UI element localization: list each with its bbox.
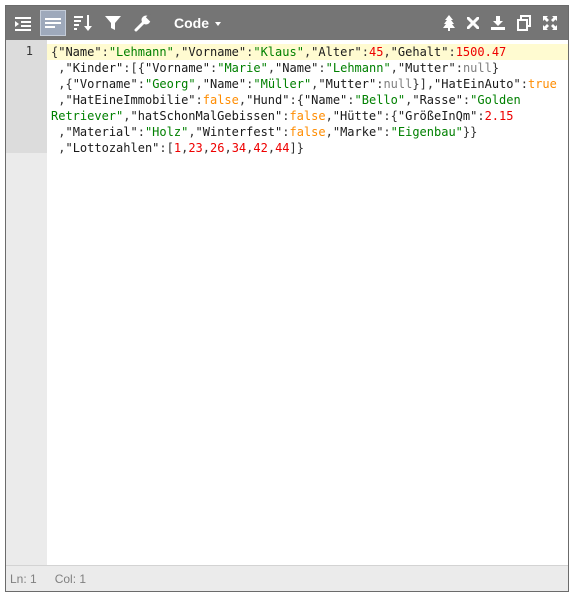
- repair-button[interactable]: [130, 10, 156, 36]
- cursor-line: Ln: 1: [10, 571, 37, 586]
- format-icon: [15, 17, 31, 31]
- mode-label: Code: [174, 15, 209, 31]
- fullscreen-icon: [543, 16, 557, 30]
- download-button[interactable]: [485, 10, 511, 36]
- clear-button[interactable]: [460, 10, 486, 36]
- json-code[interactable]: {"Name":"Lehmann","Vorname":"Klaus","Alt…: [51, 44, 563, 156]
- close-icon: [467, 17, 479, 29]
- line-number: 1: [25, 44, 33, 58]
- fullscreen-button[interactable]: [537, 10, 563, 36]
- gutter-active-line: 1: [6, 40, 47, 153]
- code-area[interactable]: {"Name":"Lehmann","Vorname":"Klaus","Alt…: [47, 40, 568, 565]
- toolbar: Code: [6, 6, 568, 40]
- format-button[interactable]: [10, 10, 36, 36]
- sort-button[interactable]: [70, 10, 96, 36]
- line-gutter: 1: [6, 40, 47, 565]
- copy-button[interactable]: [511, 10, 537, 36]
- status-bar: Ln: 1 Col: 1: [6, 565, 568, 591]
- repair-icon: [134, 14, 152, 32]
- tree-button[interactable]: [436, 10, 462, 36]
- copy-icon: [517, 15, 531, 31]
- caret-down-icon: [215, 22, 221, 26]
- download-icon: [491, 16, 505, 30]
- filter-button[interactable]: [100, 10, 126, 36]
- cursor-column: Col: 1: [54, 571, 87, 586]
- tree-icon: [443, 15, 455, 31]
- mode-dropdown[interactable]: Code: [166, 10, 229, 36]
- filter-icon: [105, 16, 121, 30]
- sort-icon: [74, 15, 92, 31]
- json-editor: Code 1 {"Name":"Lehmann","Vorname":"Klau…: [5, 5, 569, 592]
- compact-button[interactable]: [40, 10, 66, 36]
- compact-icon: [45, 18, 61, 28]
